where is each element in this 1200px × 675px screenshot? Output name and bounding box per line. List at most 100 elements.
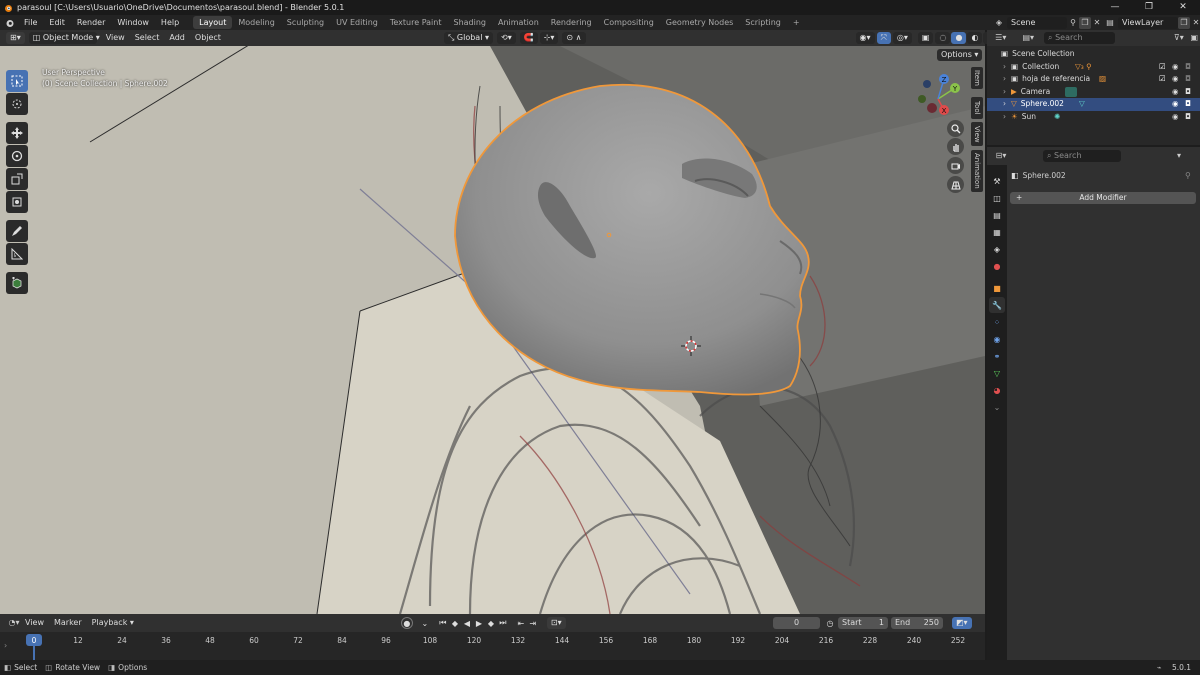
snap-icon[interactable]: 🧲 [519, 32, 538, 44]
constraints-tab-icon[interactable]: ⚭ [989, 348, 1005, 364]
display-mode-icon[interactable]: ▤▾ [1022, 32, 1034, 44]
blender-menu-icon[interactable] [4, 18, 15, 28]
expand-arrow-icon[interactable]: › [1003, 111, 1006, 124]
menu-add[interactable]: Add [164, 30, 190, 46]
camera-toggle-icon[interactable]: ◘ [1185, 98, 1191, 111]
clock-icon[interactable]: ◷ [824, 617, 836, 629]
tab-tool[interactable]: Tool [971, 97, 983, 119]
add-modifier-button[interactable]: + Add Modifier [1010, 192, 1196, 204]
collapse-arrow-icon[interactable]: › [4, 641, 7, 650]
perspective-toggle-icon[interactable] [947, 176, 964, 193]
camera-toggle-icon[interactable]: ◘ [1185, 73, 1191, 86]
outliner-row-collection[interactable]: › ▣ Collection ▽₃ ⚲ ☑ ◉ ◘ [987, 61, 1200, 74]
expand-arrow-icon[interactable]: › [1003, 86, 1006, 99]
menu-object[interactable]: Object [190, 30, 226, 46]
delete-scene-icon[interactable]: ✕ [1091, 17, 1103, 29]
filter-icon[interactable]: ⊽▾ [1173, 32, 1184, 44]
mode-dropdown[interactable]: ◫ Object Mode ▾ [28, 32, 100, 44]
gizmo-toggle-icon[interactable]: ⤧ [876, 32, 891, 44]
annotate-tool-icon[interactable] [6, 220, 28, 242]
delete-viewlayer-icon[interactable]: ✕ [1190, 17, 1200, 29]
transform-tool-icon[interactable] [6, 191, 28, 213]
tab-compositing[interactable]: Compositing [598, 16, 660, 29]
shading-solid-icon[interactable]: ● [951, 32, 967, 44]
overlay-toggle-icon[interactable]: ◎▾ [892, 32, 912, 44]
scene-tab-icon[interactable]: ◈ [989, 241, 1005, 257]
render-tab-icon[interactable]: ◫ [989, 190, 1005, 206]
visibility-icon[interactable]: ◉▾ [855, 32, 875, 44]
data-tab-icon[interactable]: ▽ [989, 365, 1005, 381]
close-button[interactable]: ✕ [1166, 0, 1200, 15]
outliner-search-input[interactable]: ⌕ Search [1044, 32, 1116, 44]
shading-material-icon[interactable]: ◐ [967, 32, 983, 44]
tab-animation-sidebar[interactable]: Animation [971, 150, 983, 192]
material-tab-icon[interactable]: ◕ [989, 382, 1005, 398]
physics-tab-icon[interactable]: ◉ [989, 331, 1005, 347]
tab-texture-paint[interactable]: Texture Paint [384, 16, 448, 29]
move-tool-icon[interactable] [6, 122, 28, 144]
shading-wireframe-icon[interactable]: ◌ [935, 32, 951, 44]
exclude-checkbox[interactable]: ☑ [1159, 61, 1166, 74]
jump-end-icon[interactable]: ⏭ [497, 617, 509, 629]
tab-layout[interactable]: Layout [193, 16, 233, 29]
minimize-button[interactable]: — [1098, 0, 1132, 15]
pin-scene-icon[interactable]: ⚲ [1067, 17, 1079, 29]
tool-tab-icon[interactable]: ⚒ [989, 173, 1005, 189]
next-marker-icon[interactable]: ⇥ [527, 617, 539, 629]
timeline-menu-view[interactable]: View [20, 615, 49, 631]
tab-geometry-nodes[interactable]: Geometry Nodes [660, 16, 739, 29]
expand-arrow-icon[interactable]: › [1003, 73, 1006, 86]
view-layer-tab-icon[interactable]: ▦ [989, 224, 1005, 240]
current-frame-field[interactable]: 0 [773, 617, 820, 629]
tab-shading[interactable]: Shading [447, 16, 492, 29]
menu-file[interactable]: File [18, 15, 43, 30]
zoom-icon[interactable] [947, 120, 964, 137]
menu-help[interactable]: Help [155, 15, 185, 30]
more-tabs-icon[interactable]: ⌄ [989, 399, 1005, 415]
exclude-checkbox[interactable]: ☑ [1159, 73, 1166, 86]
timeline-editor-type-icon[interactable]: ◔▾ [8, 617, 20, 629]
cursor-tool-icon[interactable] [6, 93, 28, 115]
scene-field[interactable]: Scene [1007, 16, 1067, 29]
timeline-menu-marker[interactable]: Marker [49, 615, 87, 631]
output-tab-icon[interactable]: ▤ [989, 207, 1005, 223]
new-collection-icon[interactable]: ▣ [1189, 32, 1200, 44]
menu-view[interactable]: View [101, 30, 130, 46]
end-frame-field[interactable]: End 250 [891, 617, 943, 629]
outliner-row-reference[interactable]: › ▣ hoja de referencia ▨ ☑ ◉ ◘ [987, 73, 1200, 86]
particles-tab-icon[interactable]: ⁘ [989, 314, 1005, 330]
menu-window[interactable]: Window [111, 15, 155, 30]
new-viewlayer-icon[interactable]: ❐ [1178, 16, 1190, 29]
tab-rendering[interactable]: Rendering [545, 16, 598, 29]
menu-edit[interactable]: Edit [43, 15, 71, 30]
play-reverse-icon[interactable]: ◀ [461, 617, 473, 629]
maximize-button[interactable]: ❐ [1132, 0, 1166, 15]
eye-icon[interactable]: ◉ [1172, 98, 1179, 111]
world-tab-icon[interactable]: ● [989, 258, 1005, 274]
add-workspace-button[interactable]: + [787, 16, 806, 29]
tab-modeling[interactable]: Modeling [232, 16, 280, 29]
record-icon[interactable]: ● [400, 617, 413, 629]
properties-search-input[interactable]: ⌕ Search [1043, 150, 1121, 162]
rotate-tool-icon[interactable] [6, 145, 28, 167]
keying-dropdown-icon[interactable]: ⌄ [419, 617, 431, 629]
viewport-scene[interactable] [0, 46, 985, 614]
prev-marker-icon[interactable]: ⇤ [515, 617, 527, 629]
tab-view[interactable]: View [971, 122, 983, 146]
3d-viewport[interactable]: User Perspective (0) Scene Collection | … [0, 46, 985, 614]
snap-target-icon[interactable]: ⊹▾ [539, 32, 559, 44]
camera-toggle-icon[interactable]: ◘ [1185, 61, 1191, 74]
camera-view-icon[interactable] [947, 157, 964, 174]
play-icon[interactable]: ▶ [473, 617, 485, 629]
eye-icon[interactable]: ◉ [1172, 86, 1179, 99]
camera-toggle-icon[interactable]: ◘ [1185, 86, 1191, 99]
expand-arrow-icon[interactable]: › [1003, 98, 1006, 111]
timeline-menu-playback[interactable]: Playback ▾ [87, 615, 139, 631]
viewlayer-icon[interactable]: ▤ [1104, 17, 1116, 29]
eye-icon[interactable]: ◉ [1172, 73, 1179, 86]
pin-icon[interactable]: ⚲ [1185, 171, 1191, 180]
start-frame-field[interactable]: Start 1 [838, 617, 888, 629]
outliner-row-camera[interactable]: › ▶ Camera ◉ ◘ [987, 86, 1200, 99]
menu-render[interactable]: Render [71, 15, 111, 30]
timeline-view-icon[interactable]: ◩▾ [952, 617, 972, 629]
